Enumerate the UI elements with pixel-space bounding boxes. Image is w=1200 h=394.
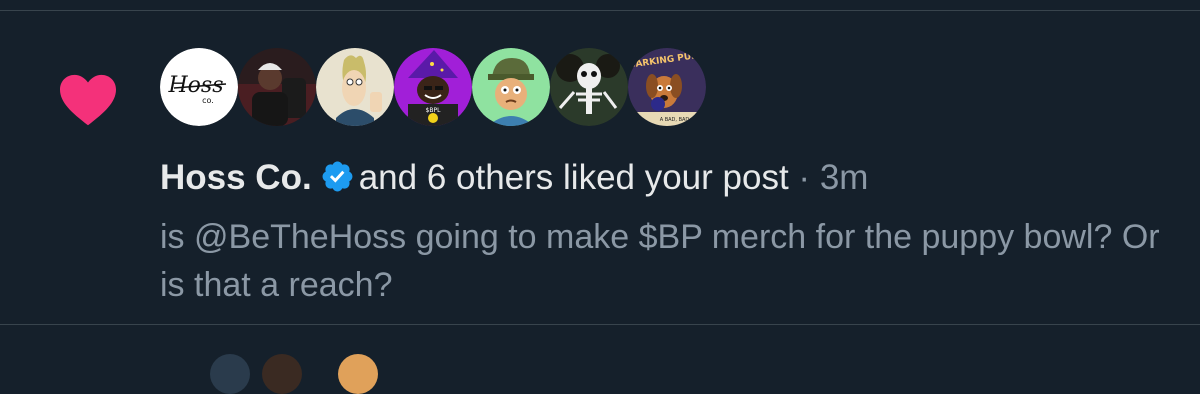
post-preview-text[interactable]: is @BeTheHoss going to make $BP merch fo… bbox=[160, 213, 1170, 309]
timestamp[interactable]: 3m bbox=[820, 158, 869, 197]
like-action-text: and 6 others liked your post bbox=[358, 158, 789, 197]
verified-badge-icon bbox=[322, 161, 353, 192]
user-name-link[interactable]: Hoss Co. bbox=[160, 158, 312, 197]
next-avatar-peek bbox=[262, 354, 302, 394]
svg-text:co.: co. bbox=[202, 96, 214, 105]
dot-separator: · bbox=[798, 158, 811, 197]
green-hat-cartoon-avatar[interactable] bbox=[472, 48, 550, 126]
bottom-divider bbox=[0, 324, 1200, 325]
next-avatar-peek bbox=[338, 354, 378, 394]
beavis-avatar[interactable] bbox=[316, 48, 394, 126]
notification-headline: Hoss Co. and 6 others liked your post · … bbox=[160, 156, 868, 200]
skeleton-avatar[interactable] bbox=[550, 48, 628, 126]
svg-text:$BPL: $BPL bbox=[426, 107, 442, 114]
barking-puppy-avatar[interactable]: BARKING PUPPY A BAD, BAD, D bbox=[628, 48, 706, 126]
hoss-co-avatar[interactable]: Hoss co. bbox=[160, 48, 238, 126]
heart-icon bbox=[60, 74, 116, 126]
next-avatar-peek bbox=[210, 354, 250, 394]
wizard-avatar[interactable]: $BPL bbox=[394, 48, 472, 126]
red-chair-avatar[interactable] bbox=[238, 48, 316, 126]
